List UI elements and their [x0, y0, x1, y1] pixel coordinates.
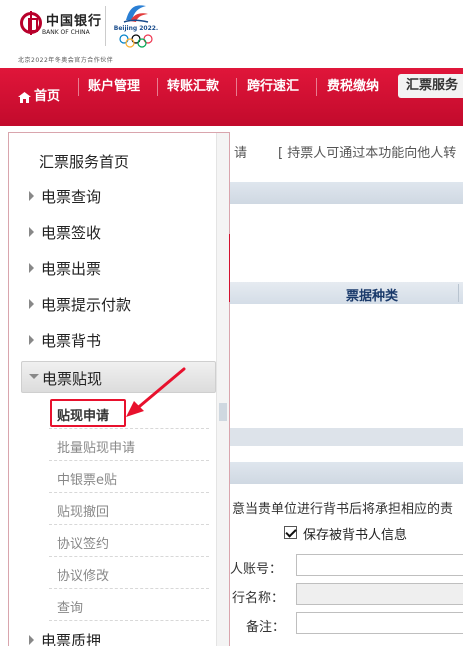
menu-item-label: 电票贴现	[42, 370, 103, 388]
submenu-label: 中银票e贴	[57, 473, 117, 488]
submenu-label: 协议修改	[57, 569, 110, 584]
triangle-right-icon	[29, 227, 34, 237]
menu-home-link[interactable]: 汇票服务首页	[39, 151, 129, 172]
menu-item-pledge[interactable]: 电票质押	[21, 627, 216, 646]
table-footer	[230, 428, 463, 446]
nav-separator	[78, 78, 79, 96]
submenu-agreement-modify[interactable]: 协议修改	[49, 557, 209, 589]
table-header: 票据种类	[230, 282, 463, 304]
nav-item-interbank[interactable]: 跨行速汇	[247, 68, 299, 106]
olympic-logo: Beijing 2022.	[112, 0, 160, 50]
submenu-label: 协议签约	[57, 537, 110, 552]
triangle-right-icon	[29, 299, 34, 309]
menu-item-label: 电票签收	[41, 224, 102, 242]
nav-home-label: 首页	[34, 89, 61, 104]
header-slogan: 北京2022年冬奥会官方合作伙伴	[18, 57, 114, 64]
nav-item-transfer[interactable]: 转账汇款	[167, 68, 219, 106]
triangle-right-icon	[29, 335, 34, 345]
submenu-label: 批量贴现申请	[57, 441, 136, 456]
bank-logo-icon	[20, 11, 42, 35]
section-header	[230, 182, 463, 204]
menu-item-sign[interactable]: 电票签收	[21, 219, 216, 247]
home-icon	[18, 92, 31, 103]
menu-item-label: 电票提示付款	[41, 296, 132, 314]
submenu-batch-apply[interactable]: 批量贴现申请	[49, 429, 209, 461]
logo-divider	[105, 6, 106, 46]
olympic-emblem-icon	[123, 5, 149, 23]
bank-of-china-logo[interactable]: 中国银行 BANK OF CHINA	[20, 10, 102, 40]
menu-item-label: 电票查询	[41, 188, 102, 206]
olympic-text: Beijing 2022.	[113, 25, 159, 32]
submenu-label: 贴现撤回	[57, 505, 110, 520]
submenu-agreement-sign[interactable]: 协议签约	[49, 525, 209, 557]
section-header	[230, 462, 463, 484]
menu-item-query[interactable]: 电票查询	[21, 183, 216, 211]
triangle-right-icon	[29, 263, 34, 273]
submenu-e-discount[interactable]: 中银票e贴	[49, 461, 209, 493]
column-header-bill-type: 票据种类	[346, 289, 399, 304]
save-endorsee-checkbox[interactable]	[284, 526, 297, 539]
column-divider	[458, 284, 459, 302]
remark-label: 备注：	[246, 620, 286, 635]
submenu-withdraw[interactable]: 贴现撤回	[49, 493, 209, 525]
bank-name-en: BANK OF CHINA	[42, 29, 90, 36]
left-menu: 汇票服务首页 电票查询 电票签收 电票出票 电票提示付款 电票背书 电票贴现 贴…	[8, 132, 230, 646]
main-content: 请 [ 持票人可通过本功能向他人转 票据种类 意当贵单位进行背书后将承担相应的责…	[230, 126, 463, 646]
page-title: 请	[234, 146, 248, 161]
olympic-rings-icon	[119, 34, 153, 48]
nav-item-account[interactable]: 账户管理	[88, 68, 140, 106]
bank-name-input[interactable]	[296, 583, 463, 605]
nav-separator	[236, 78, 237, 96]
menu-scrollbar[interactable]	[216, 133, 229, 646]
page-title-bar: 请 [ 持票人可通过本功能向他人转	[230, 142, 463, 164]
menu-item-label: 电票背书	[41, 332, 102, 350]
endorsee-account-label: 人账号：	[230, 562, 283, 577]
nav-separator	[157, 78, 158, 96]
nav-item-tax[interactable]: 费税缴纳	[327, 68, 379, 106]
triangle-right-icon	[29, 635, 34, 645]
menu-item-issue[interactable]: 电票出票	[21, 255, 216, 283]
endorsement-notice: 意当贵单位进行背书后将承担相应的责	[232, 502, 454, 517]
annotation-arrow-icon	[126, 367, 186, 417]
menu-scrollbar-thumb[interactable]	[219, 403, 227, 421]
nav-home[interactable]: 首页	[8, 68, 74, 126]
main-nav: 首页 账户管理 转账汇款 跨行速汇 费税缴纳 汇票服务	[0, 68, 463, 126]
menu-item-endorse[interactable]: 电票背书	[21, 327, 216, 355]
remark-input[interactable]	[296, 612, 463, 634]
menu-item-payment[interactable]: 电票提示付款	[21, 291, 216, 319]
bank-name-label: 行名称：	[232, 591, 285, 606]
submenu-label: 查询	[57, 601, 84, 616]
header: 中国银行 BANK OF CHINA Beijing 2022. 北京2022年…	[0, 0, 463, 68]
nav-separator	[316, 78, 317, 96]
menu-item-label: 电票出票	[41, 260, 102, 278]
save-endorsee-label: 保存被背书人信息	[303, 528, 408, 543]
endorsee-account-input[interactable]	[296, 554, 463, 576]
page-description: [ 持票人可通过本功能向他人转	[278, 146, 457, 161]
triangle-right-icon	[29, 191, 34, 201]
triangle-down-icon	[29, 374, 39, 379]
bank-name-cn: 中国银行	[46, 14, 103, 29]
nav-item-draft-service[interactable]: 汇票服务	[398, 74, 463, 98]
submenu-query[interactable]: 查询	[49, 589, 209, 621]
annotation-highlight-box	[50, 399, 126, 427]
menu-item-label: 电票质押	[41, 632, 102, 646]
